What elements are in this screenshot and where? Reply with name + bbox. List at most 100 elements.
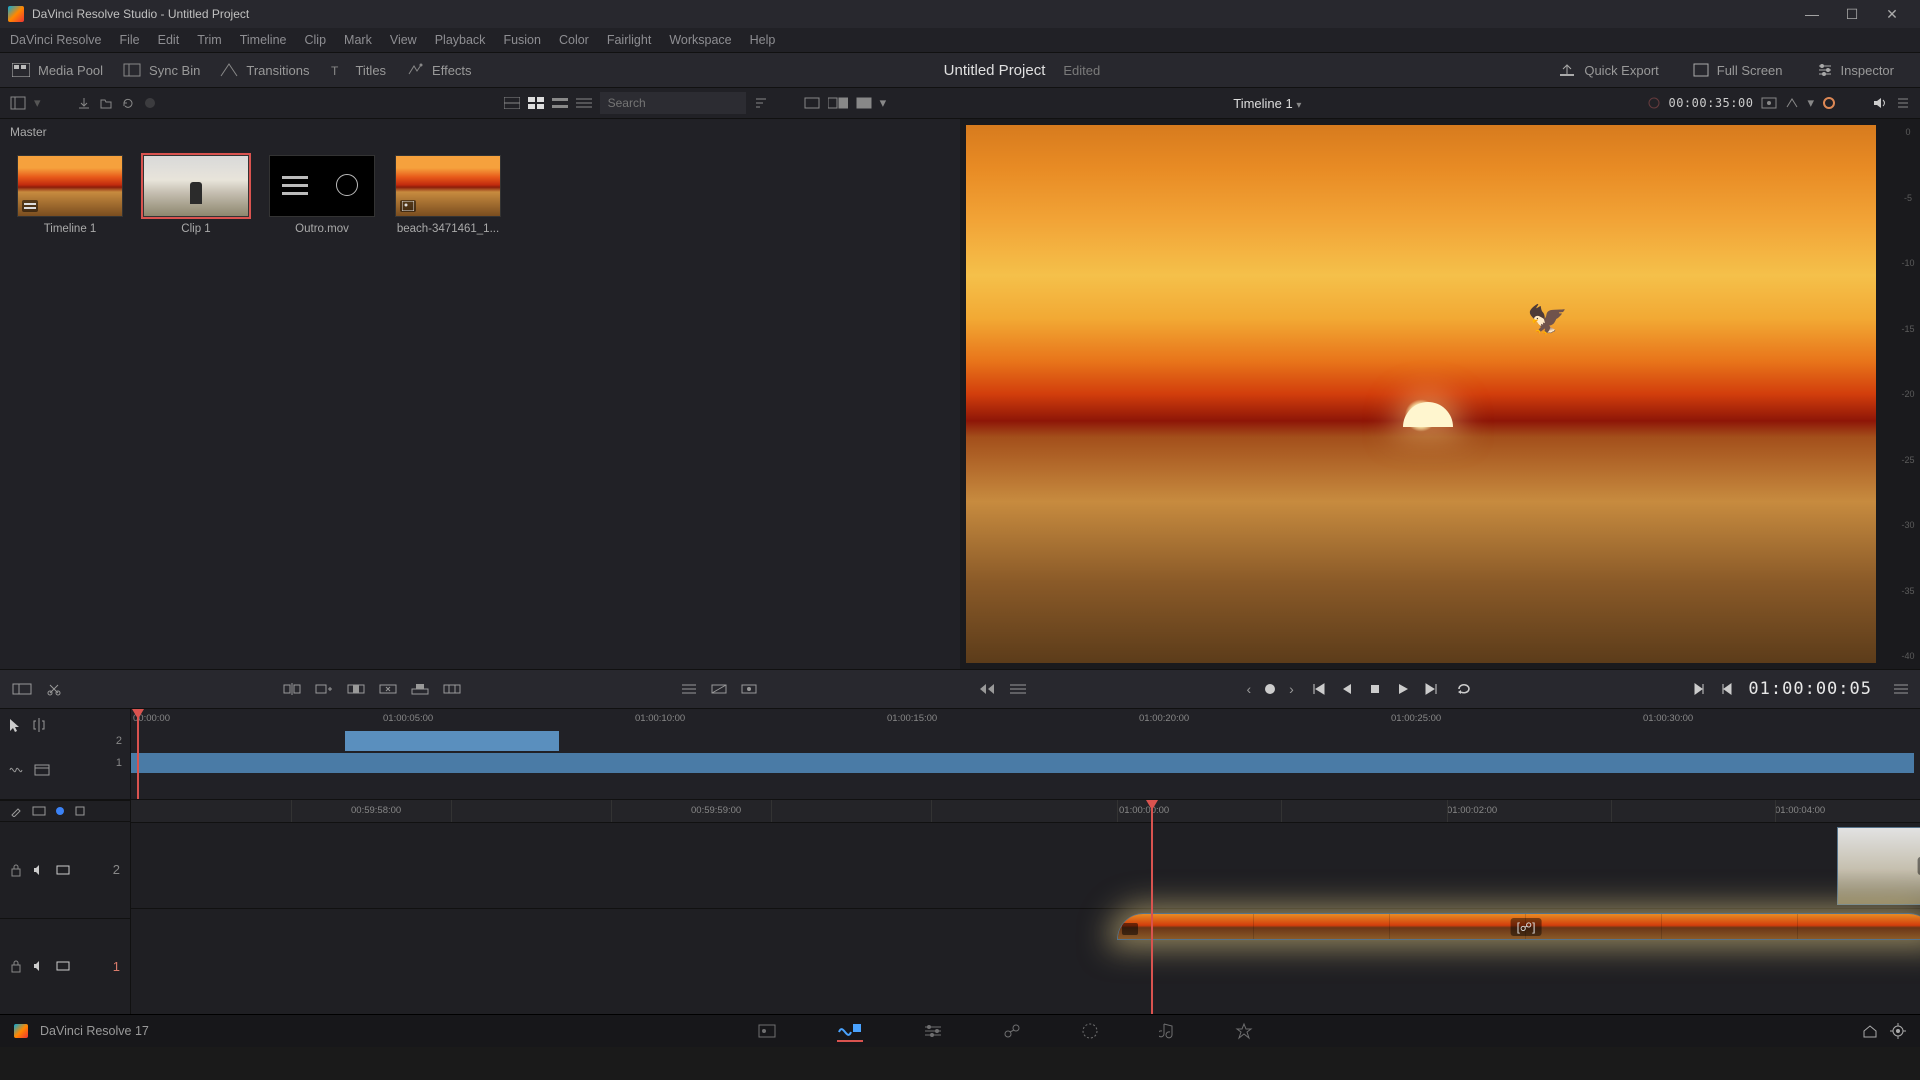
clip-item[interactable]: Timeline 1 xyxy=(18,155,122,235)
menu-item[interactable]: Timeline xyxy=(240,33,287,47)
timeline-ruler[interactable]: 00:59:58:00 00:59:59:00 01:00:00:00 01:0… xyxy=(131,800,1920,822)
timeline[interactable]: 2 1 00:59:58:00 00:59:59:00 01:00:00:00 … xyxy=(0,800,1920,1014)
clip-item[interactable]: Outro.mov xyxy=(270,155,374,235)
marker-tool[interactable] xyxy=(741,682,757,696)
close-up-button[interactable] xyxy=(379,682,397,696)
viewer-frame[interactable]: 🦅 xyxy=(966,125,1876,663)
lock-icon[interactable] xyxy=(10,959,22,973)
overview-tracks[interactable]: 00:00:00 01:00:05:00 01:00:10:00 01:00:1… xyxy=(131,709,1920,799)
fast-review-button[interactable] xyxy=(978,682,996,696)
menu-item[interactable]: Help xyxy=(750,33,776,47)
media-page-button[interactable] xyxy=(757,1023,777,1039)
video-track-1[interactable]: [☍] [☍] xyxy=(131,908,1920,995)
track-header-v1[interactable]: 1 xyxy=(0,918,130,1015)
audio-sync-tool[interactable] xyxy=(8,763,24,777)
loop-indicator[interactable] xyxy=(1822,96,1836,110)
menu-item[interactable]: Clip xyxy=(305,33,327,47)
marker-edit-icon[interactable] xyxy=(10,805,22,817)
overview-clip-v1[interactable] xyxy=(131,753,1914,773)
timeline-options[interactable] xyxy=(1010,683,1026,695)
single-viewer-button[interactable] xyxy=(804,97,820,109)
record-tc-icon[interactable] xyxy=(1648,97,1660,109)
trim-tool[interactable] xyxy=(32,717,46,733)
bypass-fx-button[interactable] xyxy=(1785,97,1799,109)
play-button[interactable] xyxy=(1396,682,1410,696)
video-track-2[interactable]: [☍] xyxy=(131,822,1920,909)
cut-page-button[interactable] xyxy=(837,1020,863,1042)
overview-playhead[interactable] xyxy=(137,709,139,799)
flag-icon[interactable] xyxy=(74,805,86,817)
timeline-view-options[interactable] xyxy=(1761,97,1777,109)
bin-list-toggle[interactable] xyxy=(10,96,26,110)
bin-name[interactable]: Master xyxy=(0,119,960,145)
timeline-body[interactable]: 00:59:58:00 00:59:59:00 01:00:00:00 01:0… xyxy=(131,800,1920,1014)
go-first-frame-button[interactable] xyxy=(1308,682,1326,696)
record-button[interactable] xyxy=(143,96,157,110)
menu-item[interactable]: Fusion xyxy=(503,33,541,47)
project-settings-button[interactable] xyxy=(1890,1023,1906,1039)
menu-item[interactable]: Trim xyxy=(197,33,222,47)
menu-item[interactable]: Color xyxy=(559,33,589,47)
next-edit-button[interactable] xyxy=(1692,682,1706,696)
lock-icon[interactable] xyxy=(10,863,22,877)
menu-item[interactable]: File xyxy=(119,33,139,47)
edit-page-button[interactable] xyxy=(923,1023,943,1039)
menu-item[interactable]: Fairlight xyxy=(607,33,651,47)
in-out-icon[interactable] xyxy=(32,806,46,816)
strip-view-button[interactable] xyxy=(552,97,568,109)
viewer-options-button[interactable]: ▾ xyxy=(880,95,887,111)
full-screen-button[interactable]: Full Screen xyxy=(1693,63,1783,78)
search-input[interactable] xyxy=(600,92,746,114)
mute-button[interactable] xyxy=(1872,96,1888,110)
split-clip-button[interactable] xyxy=(46,681,62,697)
menu-item[interactable]: DaVinci Resolve xyxy=(10,33,101,47)
effects-toggle[interactable]: Effects xyxy=(406,63,472,78)
list-view-button[interactable] xyxy=(576,97,592,109)
ripple-overwrite-button[interactable] xyxy=(347,682,365,696)
track-header-v2[interactable]: 2 xyxy=(0,821,130,918)
close-button[interactable]: ✕ xyxy=(1872,6,1912,23)
playhead-timecode[interactable]: 01:00:00:05 xyxy=(1748,679,1872,699)
prev-edit-button[interactable] xyxy=(1720,682,1734,696)
loop-button[interactable] xyxy=(1456,682,1472,696)
go-last-frame-button[interactable] xyxy=(1424,682,1442,696)
menu-item[interactable]: Workspace xyxy=(669,33,731,47)
color-page-button[interactable] xyxy=(1081,1022,1099,1040)
menu-item[interactable]: Mark xyxy=(344,33,372,47)
arrow-tool[interactable] xyxy=(8,717,22,733)
fairlight-page-button[interactable] xyxy=(1159,1022,1175,1040)
boring-detector-button[interactable] xyxy=(12,681,32,697)
thumbnail-view-button[interactable] xyxy=(528,97,544,109)
home-button[interactable] xyxy=(1862,1024,1878,1038)
overview-clip-v2[interactable] xyxy=(345,731,559,751)
source-overwrite-button[interactable] xyxy=(443,682,461,696)
video-track-icon[interactable] xyxy=(56,961,70,971)
video-track-icon[interactable] xyxy=(56,865,70,875)
transitions-toggle[interactable]: Transitions xyxy=(220,63,309,78)
new-bin-button[interactable] xyxy=(99,96,113,110)
timeline-menu-button[interactable] xyxy=(1894,683,1908,695)
video-only-tool[interactable] xyxy=(34,763,50,777)
menu-item[interactable]: View xyxy=(390,33,417,47)
import-media-button[interactable] xyxy=(77,96,91,110)
deliver-page-button[interactable] xyxy=(1235,1022,1253,1040)
media-pool-toggle[interactable]: Media Pool xyxy=(12,63,103,78)
menu-item[interactable]: Playback xyxy=(435,33,486,47)
timeline-clip-v2[interactable]: [☍] xyxy=(1837,827,1920,905)
metadata-view-button[interactable] xyxy=(504,97,520,109)
transition-tool[interactable] xyxy=(711,682,727,696)
timeline-playhead[interactable] xyxy=(1151,800,1153,1014)
clip-item[interactable]: Clip 1 xyxy=(144,155,248,235)
maximize-button[interactable]: ☐ xyxy=(1832,6,1872,23)
minimize-button[interactable]: — xyxy=(1792,6,1832,22)
jog-control[interactable]: ‹ › xyxy=(1246,681,1293,697)
fusion-page-button[interactable] xyxy=(1003,1023,1021,1039)
sort-button[interactable] xyxy=(754,97,768,109)
refresh-button[interactable] xyxy=(121,96,135,110)
timeline-clip-v1-sunset[interactable]: [☍] xyxy=(1117,913,1920,940)
stop-button[interactable] xyxy=(1368,682,1382,696)
tools-dropdown[interactable] xyxy=(681,682,697,696)
sync-bin-toggle[interactable]: Sync Bin xyxy=(123,63,200,78)
audio-icon[interactable] xyxy=(32,864,46,876)
dual-viewer-button[interactable] xyxy=(828,97,848,109)
